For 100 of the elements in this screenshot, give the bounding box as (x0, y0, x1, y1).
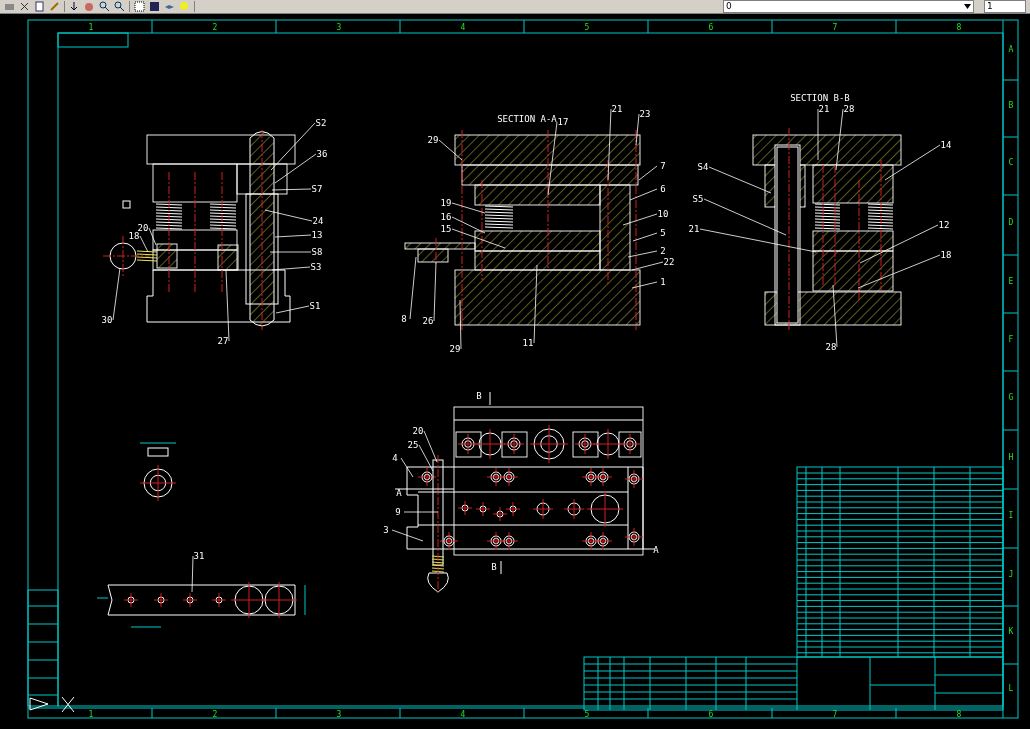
part-number-label: 26 (422, 316, 434, 326)
part-number-label: 20 (412, 426, 424, 436)
part-number-label: 7 (660, 161, 666, 171)
magnifier-icon[interactable] (99, 1, 110, 12)
part-number-label: 8 (401, 314, 407, 324)
part-number-label: 20 (137, 223, 149, 233)
leader-line (451, 202, 486, 214)
part-number-label: 30 (101, 315, 113, 325)
leader-line (817, 108, 819, 161)
grid-column-label: 3 (336, 710, 342, 719)
leader-line (409, 256, 417, 320)
leader-line (638, 165, 658, 181)
grid-column-label: 5 (584, 23, 590, 32)
part-number-label: 21 (818, 104, 830, 114)
grid-column-label: 4 (460, 710, 466, 719)
grid-icon[interactable] (134, 1, 145, 12)
part-number-label: 18 (940, 250, 952, 260)
grid-row-label: F (1008, 335, 1014, 344)
magnifier-icon[interactable] (114, 1, 125, 12)
leader-line (391, 529, 424, 542)
part-number-label: S1 (309, 301, 321, 311)
leader-line (708, 166, 772, 194)
part-number-label: S4 (697, 162, 709, 172)
part-number-label: 16 (440, 212, 452, 222)
part-number-label: 29 (449, 344, 461, 354)
grid-row-label: L (1008, 684, 1014, 693)
part-number-label: 19 (440, 198, 452, 208)
part-number-label: 21 (688, 224, 700, 234)
leader-line (835, 108, 844, 171)
leader-line (635, 113, 640, 146)
ucs-axis-icon (29, 696, 75, 713)
part-number-label: 13 (311, 230, 323, 240)
grid-row-label: J (1008, 570, 1014, 579)
leader-line (627, 250, 658, 258)
leader-line (418, 444, 434, 472)
part-number-label: 23 (639, 109, 651, 119)
leader-line (191, 555, 194, 593)
part-number-label: A (396, 488, 402, 498)
grid-column-label: 1 (88, 710, 94, 719)
grid-row-label: G (1008, 393, 1014, 402)
caret-icon (964, 4, 971, 9)
part-number-label: 31 (193, 551, 205, 561)
leader-line (148, 227, 157, 246)
leader-line (631, 281, 658, 289)
leader-line (423, 430, 438, 463)
section-title: SECTION B-B (790, 93, 850, 103)
part-number-label: 2 (660, 246, 666, 256)
page-icon[interactable] (34, 1, 45, 12)
grid-column-label: 5 (584, 710, 590, 719)
leader-line (433, 261, 437, 322)
grid-column-label: 6 (708, 710, 714, 719)
grid-column-label: 1 (88, 23, 94, 32)
grid-column-label: 6 (708, 23, 714, 32)
part-number-label: B (491, 562, 497, 572)
part-number-label: 25 (407, 440, 419, 450)
leader-line (884, 144, 941, 181)
grid-row-label: K (1008, 627, 1014, 636)
grid-row-label: H (1008, 453, 1014, 462)
grid-column-label: 8 (956, 23, 962, 32)
part-number-label: 3 (383, 525, 389, 535)
part-number-label: S3 (310, 262, 322, 272)
leader-line (622, 213, 658, 226)
input-field[interactable]: 1 (984, 0, 1026, 13)
section-title: SECTION A-A (497, 114, 557, 124)
part-number-label: 4 (392, 453, 398, 463)
grid-row-label: E (1008, 277, 1014, 286)
part-number-label: S5 (692, 194, 704, 204)
part-number-label: 6 (660, 184, 666, 194)
scissors-icon[interactable] (19, 1, 30, 12)
leader-line (112, 267, 121, 321)
grid-row-label: I (1008, 511, 1014, 520)
round-part-drawing (139, 442, 177, 502)
part-number-label: 14 (940, 140, 952, 150)
part-number-label: 17 (557, 117, 569, 127)
part-number-label: 15 (440, 224, 452, 234)
part-number-label: 1 (660, 277, 666, 287)
leader-line (271, 188, 312, 191)
part-number-label: B (476, 391, 482, 401)
part-number-label: 18 (128, 231, 140, 241)
grid-column-label: 8 (956, 710, 962, 719)
grid-column-label: 3 (336, 23, 342, 32)
grid-row-label: B (1008, 101, 1014, 110)
part-number-label: A (653, 545, 659, 555)
part-number-label: S8 (311, 247, 323, 257)
leader-line (632, 232, 658, 242)
leader-line (629, 188, 658, 201)
part-number-label: 11 (522, 338, 534, 348)
part-number-label: 28 (825, 342, 837, 352)
leader-line (403, 511, 439, 513)
leader-line (269, 251, 312, 253)
part-number-label: 24 (312, 216, 324, 226)
part-number-label: 10 (657, 209, 669, 219)
part-number-label: 29 (427, 135, 439, 145)
layer-dropdown[interactable]: 0 (723, 0, 974, 13)
leader-line (459, 299, 462, 350)
grid-column-label: 7 (832, 710, 838, 719)
arrow-icon[interactable] (69, 1, 80, 12)
grid-column-label: 2 (212, 710, 218, 719)
part-number-label: 36 (316, 149, 328, 159)
leader-line (275, 305, 310, 314)
